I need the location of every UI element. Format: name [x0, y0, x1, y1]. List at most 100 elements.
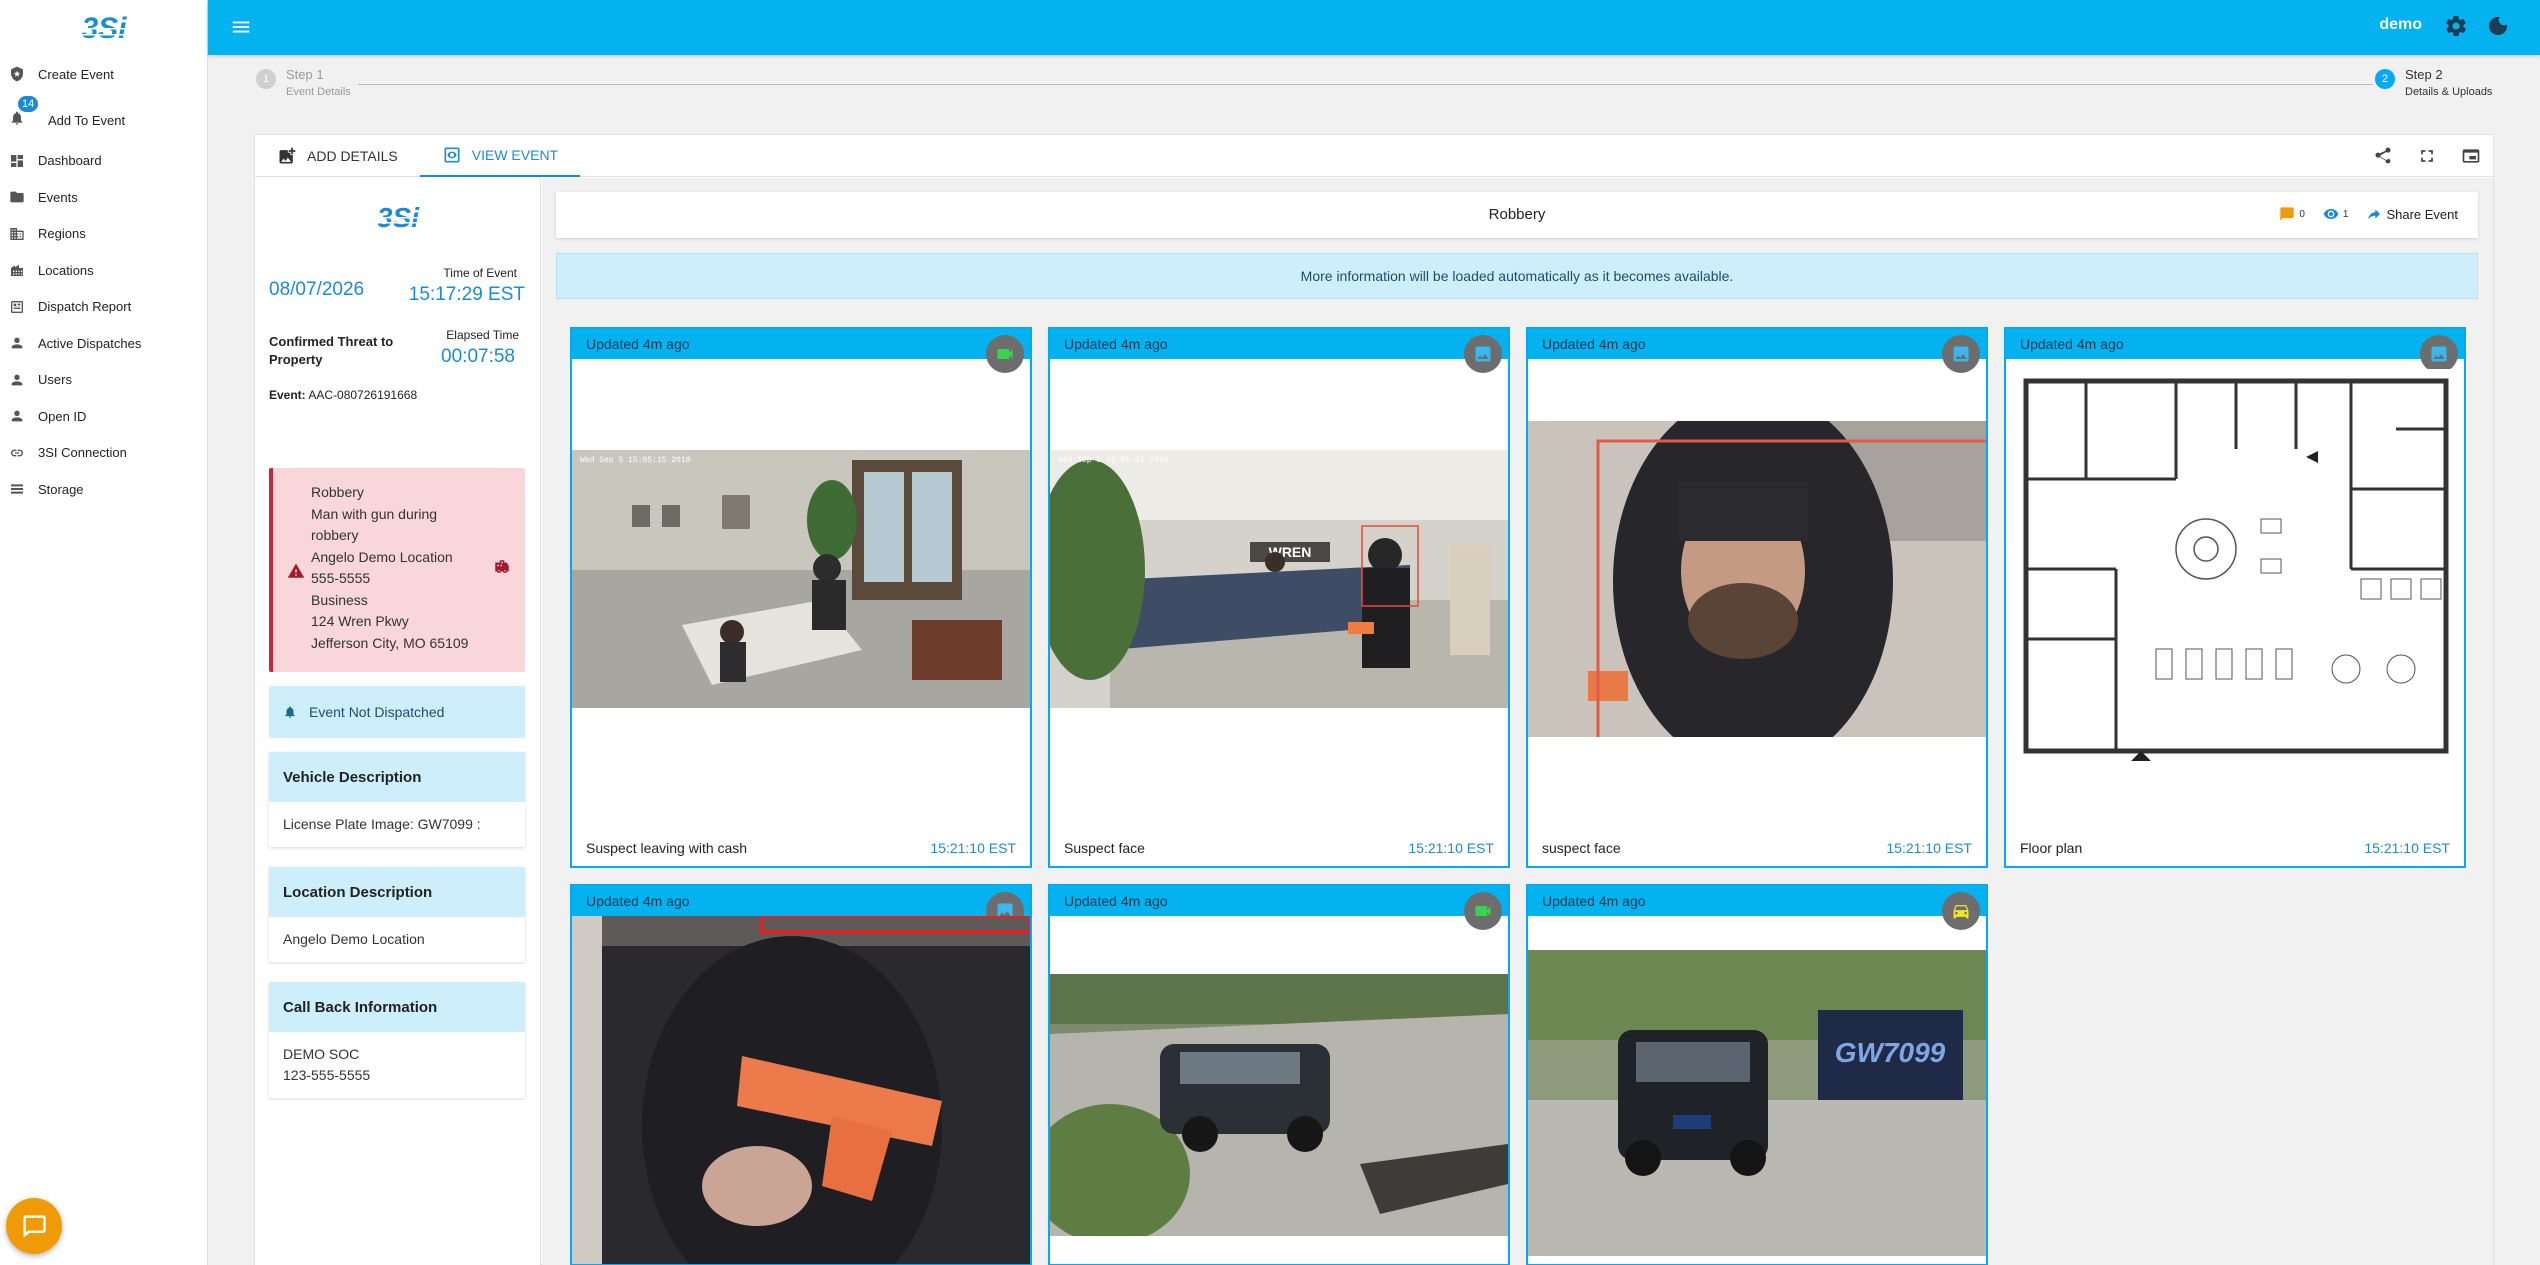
media-thumbnail[interactable]: [2006, 369, 2464, 784]
media-thumbnail[interactable]: WREN Wed Sep 5 15:05:01 2018: [1050, 450, 1508, 708]
alert-type: Robbery: [311, 484, 364, 500]
video-camera-icon: [1475, 906, 1491, 916]
buildings-icon: [8, 225, 26, 243]
media-type-badge: [1464, 335, 1502, 373]
user-name[interactable]: demo: [2379, 16, 2422, 34]
step-2[interactable]: 2 Step 2 Details & Uploads: [2375, 67, 2492, 98]
media-thumbnail[interactable]: [1528, 421, 1986, 737]
sidebar-item-label: Dispatch Report: [38, 299, 132, 315]
sidebar-item-create-event[interactable]: Create Event: [0, 56, 207, 93]
sidebar-item-label: Add To Event: [48, 113, 126, 128]
comments-counter[interactable]: 0: [2279, 206, 2305, 222]
settings-button[interactable]: [2444, 14, 2470, 40]
card-title: Location Description: [269, 867, 525, 917]
media-thumbnail[interactable]: [1050, 974, 1508, 1236]
reception-desk-photo: WREN Wed Sep 5 15:05:01 2018: [1050, 450, 1508, 708]
shield-star-icon: [8, 65, 26, 83]
callback-name: DEMO SOC: [283, 1046, 360, 1062]
media-card[interactable]: Updated 4m ago: [2004, 327, 2466, 868]
media-footer: Floor plan 15:21:10 EST: [2006, 830, 2464, 866]
3si-logo: 3Si: [73, 12, 134, 45]
share-event-label: Share Event: [2386, 206, 2458, 222]
sidebar-item-label: Active Dispatches: [38, 335, 142, 351]
alert-location-type: Business: [311, 591, 368, 608]
dark-mode-toggle[interactable]: [2486, 14, 2512, 40]
sidebar-item-events[interactable]: Events: [0, 179, 207, 216]
media-thumbnail[interactable]: Wed Sep 5 15:05:15 2018: [572, 450, 1030, 708]
person-icon: [8, 407, 26, 425]
media-card[interactable]: Updated 4m ago: [570, 327, 1032, 868]
notification-count-badge: 14: [18, 95, 39, 112]
sidebar-item-users[interactable]: Users: [0, 362, 207, 399]
card-title: Call Back Information: [269, 982, 525, 1032]
share-event-button[interactable]: Share Event: [2366, 206, 2458, 222]
moon-icon: [2489, 17, 2507, 35]
floor-plan-drawing: [2006, 369, 2464, 784]
step-subtitle: Event Details: [286, 86, 351, 98]
dashboard-icon: [8, 152, 26, 170]
chat-button[interactable]: [6, 1198, 62, 1254]
add-photo-icon: [279, 147, 296, 164]
alert-location-name: Angelo Demo Location: [311, 548, 453, 565]
views-count: 1: [2342, 208, 2349, 220]
tab-add-details[interactable]: ADD DETAILS: [255, 135, 420, 177]
sidebar-item-locations[interactable]: Locations: [0, 252, 207, 289]
fullscreen-button[interactable]: [2405, 135, 2449, 177]
media-footer: Suspect leaving with cash 15:21:10 EST: [572, 830, 1030, 866]
media-card[interactable]: Updated 4m ago: [570, 884, 1032, 1265]
sidebar-item-3si-connection[interactable]: 3SI Connection: [0, 435, 207, 472]
media-updated-label: Updated 4m ago: [1528, 329, 1986, 359]
open-in-window-button[interactable]: [2449, 135, 2493, 177]
call-back-information-card: Call Back Information DEMO SOC 123-555-5…: [269, 982, 525, 1098]
media-updated-label: Updated 4m ago: [572, 886, 1030, 916]
media-thumbnail[interactable]: GW7099: [1528, 950, 1986, 1256]
image-icon: [2431, 346, 2447, 362]
tab-view-event[interactable]: VIEW EVENT: [419, 135, 581, 177]
sidebar-item-storage[interactable]: Storage: [0, 471, 207, 508]
media-card[interactable]: Updated 4m ago: [1048, 884, 1510, 1265]
media-updated-label: Updated 4m ago: [572, 329, 1030, 359]
share-button[interactable]: [2361, 135, 2405, 177]
media-updated-label: Updated 4m ago: [1050, 329, 1508, 359]
media-card[interactable]: Updated 4m ago WREN Wed Sep 5 15:05:01 2…: [1048, 327, 1510, 868]
event-title: Robbery: [1488, 206, 1546, 223]
media-type-badge: [2420, 335, 2458, 373]
media-type-badge: [1464, 892, 1502, 930]
elapsed-time-label: Elapsed Time: [446, 328, 519, 342]
top-app-bar: demo: [208, 0, 2540, 55]
media-card[interactable]: Updated 4m ago suspect face 15:21:10 EST: [1526, 327, 1988, 868]
sidebar-item-dispatch-report[interactable]: Dispatch Report: [0, 289, 207, 326]
tab-bar: ADD DETAILS VIEW EVENT: [255, 135, 2493, 177]
bell-icon: [285, 706, 295, 718]
sidebar-item-open-id[interactable]: Open ID: [0, 398, 207, 435]
emergency-services-icon[interactable]: [493, 558, 511, 576]
menu-toggle-button[interactable]: [230, 16, 252, 38]
step-title: Step 1: [286, 67, 324, 82]
step-1[interactable]: 1 Step 1 Event Details: [256, 67, 351, 98]
media-card[interactable]: Updated 4m ago GW7099: [1526, 884, 1988, 1265]
sidebar-item-regions[interactable]: Regions: [0, 216, 207, 253]
media-thumbnail[interactable]: [572, 916, 1030, 1264]
sidebar-item-label: Users: [38, 372, 72, 388]
image-icon: [1475, 346, 1491, 362]
car-icon: [1953, 905, 1969, 919]
folder-icon: [8, 188, 26, 206]
event-id: AAC-080726191668: [308, 388, 418, 402]
media-type-badge: [1942, 335, 1980, 373]
warning-icon: [287, 562, 305, 580]
tab-label: VIEW EVENT: [471, 147, 559, 163]
brand-logo[interactable]: 3Si: [0, 0, 207, 56]
views-counter[interactable]: 1: [2323, 206, 2349, 222]
sidebar-item-active-dispatches[interactable]: Active Dispatches: [0, 325, 207, 362]
svg-text:Wed Sep 5 15:05:01 2018: Wed Sep 5 15:05:01 2018: [1058, 456, 1169, 465]
event-meta: 0 1 Share Event: [2261, 206, 2458, 222]
sidebar-item-label: Locations: [38, 262, 94, 278]
gear-icon: [2446, 16, 2466, 36]
card-body: Angelo Demo Location: [283, 931, 425, 947]
sidebar-item-add-to-event[interactable]: 14 Add To Event: [0, 93, 207, 143]
sidebar-item-dashboard[interactable]: Dashboard: [0, 143, 207, 180]
media-updated-label: Updated 4m ago: [2006, 329, 2464, 359]
fullscreen-icon: [2421, 150, 2433, 162]
step-number: 2: [2375, 69, 2395, 89]
person-icon: [8, 371, 26, 389]
